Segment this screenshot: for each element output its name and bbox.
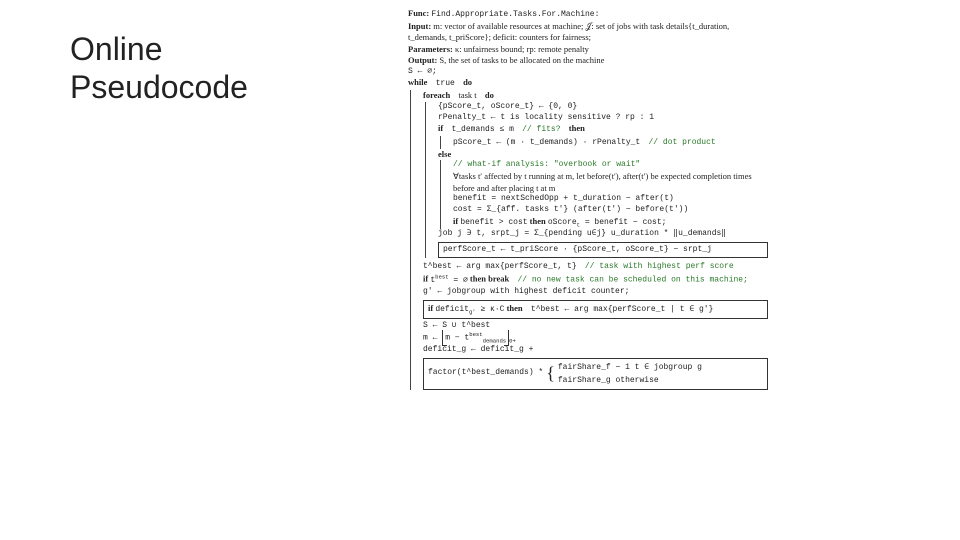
algorithm-block: Func: Find.Appropriate.Tasks.For.Machine… [408,8,768,392]
else-comment: // what-if analysis: "overbook or wait" [453,160,768,171]
input-line: Input: m: vector of available resources … [408,21,768,44]
benefit: benefit = nextSchedOpp + t_duration − af… [453,194,768,205]
job-srpt: job j ∋ t, srpt_j = Σ_{pending u∈j} u_du… [438,229,768,240]
params-line: Parameters: κ: unfairness bound; rp: rem… [408,44,768,55]
input-text: m: vector of available resources at mach… [408,21,729,42]
kw-else: else [438,149,451,159]
factor-top: fairShare_f − 1 t ∈ jobgroup g [558,363,702,372]
params-label: Parameters: [408,44,453,54]
params-text: κ: unfairness bound; rp: remote penalty [455,44,589,54]
factor-box: factor(t^best_demands) * { fairShare_f −… [423,358,768,390]
gprime: g′ ← jobgroup with highest deficit count… [423,287,768,298]
init-line: S ← ∅; [408,67,768,78]
if-benefit: if benefit > cost then oScoret = benefit… [453,216,768,229]
foreach-cond: task t [458,90,476,100]
deficit-box: if deficitg′ ≥ κ·C then t^best ← arg max… [423,300,768,319]
output-line: Output: S, the set of tasks to be alloca… [408,55,768,66]
if-fits: if t_demands ≤ m // fits? then [438,123,768,136]
func-label: Func: [408,8,429,18]
else-line: else [438,149,768,160]
if-empty-comment: // no new task can be scheduled on this … [517,276,747,285]
forall-tasks: ∀tasks t′ affected by t running at m, le… [453,171,768,194]
if-body: pScore_t ← (m · t_demands) · rPenalty_t … [440,136,768,149]
input-label: Input: [408,21,431,31]
kw-foreach: foreach [423,90,450,100]
kw-do-2: do [485,90,494,100]
kw-do: do [463,77,472,87]
foreach-line: foreach task t do [423,90,768,101]
kw-then: then [569,123,585,133]
update-m: m ← m − tbestdemands0+ [423,331,768,345]
pscore-comment: // dot product [648,138,715,147]
tbest-line: t^best ← arg max{perfScore_t, t} // task… [423,260,768,273]
factor-lhs: factor(t^best_demands) * [428,368,543,379]
pscore: pScore_t ← (m · t_demands) · rPenalty_t [453,138,640,147]
func-line: Func: Find.Appropriate.Tasks.For.Machine… [408,8,768,21]
foreach-body: {pScore_t, oScore_t} ← {0, 0} rPenalty_t… [425,102,768,259]
title-line1: Online [70,31,163,67]
perfscore-box: perfScore_t ← t_priScore · {pScore_t, oS… [438,242,768,259]
output-text: S, the set of tasks to be allocated on t… [439,55,604,65]
tbest-comment: // task with highest perf score [585,262,734,271]
update-def: deficit_g ← deficit_g + [423,345,768,356]
if-comment: // fits? [522,125,560,134]
else-body: // what-if analysis: "overbook or wait" … [440,160,768,228]
func-name: Find.Appropriate.Tasks.For.Machine: [431,10,599,19]
brace-icon: { [546,368,555,379]
if-empty-line: if tbest = ∅ then break // no new task c… [423,273,768,286]
update-S: S ← S ∪ t^best [423,321,768,332]
cost: cost = Σ_{aff. tasks t′} (after(t′) − be… [453,205,768,216]
rpenalty: rPenalty_t ← t is locality sensitive ? r… [438,113,768,124]
kw-while: while [408,77,427,87]
while-line: while true do [408,77,768,90]
pscore-line: pScore_t ← (m · t_demands) · rPenalty_t … [453,136,768,149]
factor-bot: fairShare_g otherwise [558,376,659,385]
kw-if: if [438,123,443,133]
tbest: t^best ← arg max{perfScore_t, t} [423,262,577,271]
if-cond: t_demands ≤ m [451,125,513,134]
while-cond: true [436,79,455,88]
slide-title: Online Pseudocode [70,30,248,107]
def-then: t^best ← arg max{perfScore_t | t ∈ g′} [531,305,713,314]
while-body: foreach task t do {pScore_t, oScore_t} ←… [410,90,768,389]
output-label: Output: [408,55,437,65]
title-line2: Pseudocode [70,69,248,105]
scores-init: {pScore_t, oScore_t} ← {0, 0} [438,102,768,113]
